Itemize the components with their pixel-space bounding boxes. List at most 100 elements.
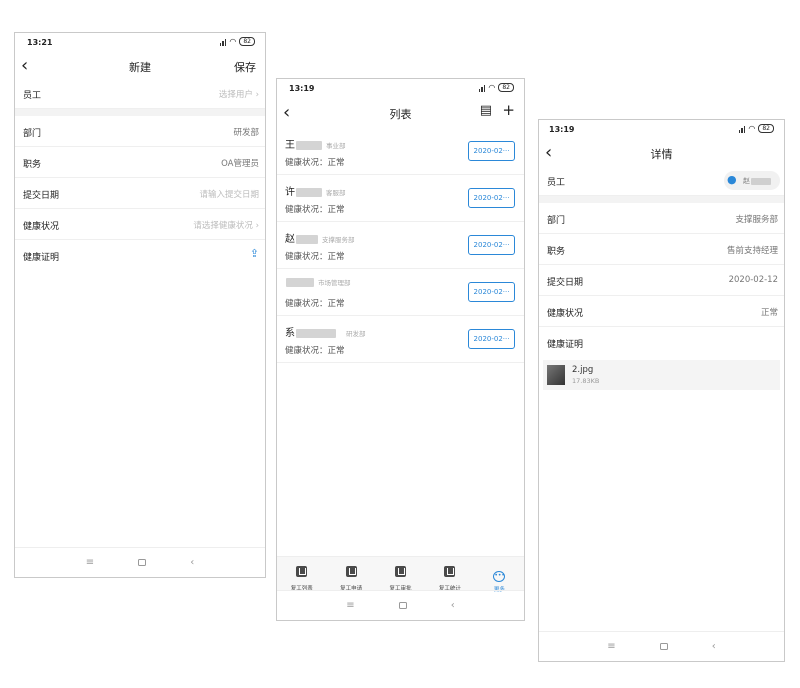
department-field: 部门 研发部: [15, 116, 265, 147]
back-icon[interactable]: ‹: [712, 641, 716, 652]
detail-screen: 13:19 ◠ 82 ‹ 详情 员工 ● 赵 部门 支撑服务部 职务 售前支持经…: [538, 119, 785, 662]
date-button[interactable]: 2020-02···: [468, 329, 515, 349]
health-status-field[interactable]: 健康状况 请选择健康状况 ›: [15, 209, 265, 240]
signal-icon: [478, 84, 486, 92]
date-button[interactable]: 2020-02···: [468, 188, 515, 208]
redacted-block: [296, 187, 322, 197]
more-icon: •••: [493, 571, 506, 582]
list-screen: 13:19 ◠ 82 ‹ 列表 ▤ + 王 事业部 健康状况：正常 2020-02…: [276, 78, 525, 621]
field-label: 健康状况: [547, 309, 584, 319]
select-user-text: 选择用户: [218, 90, 253, 100]
health-text: 健康状况：正常: [285, 299, 345, 309]
nav-bar: ‹ 详情: [539, 140, 784, 166]
attach-icon[interactable]: ⇪: [250, 247, 259, 260]
field-label: 员工: [23, 91, 42, 101]
position-field: 职务 OA管理员: [15, 147, 265, 178]
tab-icon: [444, 566, 456, 577]
department-text: 研发部: [346, 330, 366, 338]
plus-icon[interactable]: +: [502, 101, 515, 119]
status-icons: ◠ 82: [738, 124, 774, 133]
image-thumbnail: [547, 365, 565, 385]
wifi-icon: ◠: [488, 82, 496, 92]
battery-icon: 82: [758, 124, 774, 133]
name-text: 系: [285, 328, 295, 339]
page-title: 新建: [129, 61, 151, 74]
field-label: 健康证明: [547, 340, 584, 350]
tab-icon: [395, 566, 407, 577]
field-label: 部门: [547, 216, 566, 226]
new-record-screen: 13:21 ◠ 82 ‹ 新建 保存 员工 选择用户 › 部门 研发部 职务 O…: [14, 32, 266, 578]
field-value: OA管理员: [221, 159, 259, 169]
signal-icon: [738, 125, 746, 133]
employee-name: 许 客服部: [285, 183, 346, 198]
battery-icon: 82: [239, 37, 255, 46]
health-text: 健康状况：正常: [285, 205, 345, 215]
list-item[interactable]: 系 研发部 健康状况：正常 2020-02···: [277, 316, 524, 363]
submit-date-field[interactable]: 提交日期 请输入提交日期: [15, 178, 265, 209]
home-icon[interactable]: [138, 559, 147, 566]
status-time: 13:19: [549, 125, 575, 134]
list-item[interactable]: 赵 支撑服务部 健康状况：正常 2020-02···: [277, 222, 524, 269]
tab-return-approve[interactable]: 复工审批: [376, 557, 425, 592]
user-name: 赵: [743, 176, 771, 186]
department-row: 部门 支撑服务部: [539, 203, 784, 234]
field-label: 提交日期: [547, 278, 584, 288]
redacted-block: [286, 277, 314, 287]
nav-bar: ‹ 列表 ▤ +: [277, 100, 524, 126]
back-icon[interactable]: ‹: [451, 600, 455, 611]
battery-icon: 82: [498, 83, 514, 92]
date-button[interactable]: 2020-02···: [468, 282, 515, 302]
menu-icon[interactable]: ≡: [346, 600, 354, 611]
field-label: 健康状况: [23, 222, 60, 232]
list-item[interactable]: 市场管理部 健康状况：正常 2020-02···: [277, 269, 524, 316]
system-nav-bar: ≡ ‹: [539, 631, 784, 661]
menu-icon[interactable]: ≡: [607, 641, 615, 652]
health-text: 健康状况：正常: [285, 346, 345, 356]
tab-bar: 复工列表 复工申请 复工审批 复工统计 ••• 更多: [277, 556, 524, 593]
field-value: 2020-02-12: [728, 275, 778, 285]
list-item[interactable]: 王 事业部 健康状况：正常 2020-02···: [277, 128, 524, 175]
tab-more[interactable]: ••• 更多: [475, 557, 524, 593]
redacted-block: [296, 140, 322, 150]
redacted-block: [296, 328, 336, 338]
status-icons: ◠ 82: [219, 37, 255, 46]
department-text: 客服部: [326, 189, 346, 197]
status-icons: ◠ 82: [478, 82, 514, 92]
department-text: 市场管理部: [318, 279, 351, 287]
menu-icon[interactable]: ≡: [86, 557, 94, 568]
status-time: 13:21: [27, 38, 53, 47]
chevron-right-icon: ›: [255, 90, 259, 100]
field-label: 职务: [23, 160, 42, 170]
back-icon[interactable]: ‹: [190, 557, 194, 568]
position-row: 职务 售前支持经理: [539, 234, 784, 265]
field-value: 支撑服务部: [735, 215, 778, 225]
home-icon[interactable]: [659, 643, 668, 650]
date-button[interactable]: 2020-02···: [468, 235, 515, 255]
user-icon: ●: [727, 173, 737, 186]
save-button[interactable]: 保存: [234, 59, 256, 75]
health-status-row: 健康状况 正常: [539, 296, 784, 327]
employee-field[interactable]: 员工 选择用户 ›: [15, 78, 265, 109]
home-icon[interactable]: [398, 602, 407, 609]
attachment-file[interactable]: 2.jpg 17.83KB: [543, 360, 780, 390]
tab-return-stats[interactable]: 复工统计: [425, 557, 474, 592]
field-value: 研发部: [233, 128, 259, 138]
tab-return-apply[interactable]: 复工申请: [326, 557, 375, 592]
field-placeholder: 请选择健康状况 ›: [193, 219, 259, 231]
tab-icon: [296, 566, 308, 577]
field-label: 职务: [547, 247, 566, 257]
field-placeholder: 选择用户 ›: [219, 88, 259, 100]
list-icon[interactable]: ▤: [480, 103, 492, 118]
select-health-text: 请选择健康状况: [193, 221, 253, 231]
redacted-block: [296, 234, 318, 244]
tab-return-list[interactable]: 复工列表: [277, 557, 326, 592]
date-button[interactable]: 2020-02···: [468, 141, 515, 161]
nav-bar: ‹ 新建 保存: [15, 53, 265, 79]
name-text: 许: [285, 187, 295, 198]
field-label: 部门: [23, 129, 42, 139]
section-divider: [15, 109, 265, 116]
department-text: 支撑服务部: [322, 236, 355, 244]
field-value: 售前支持经理: [726, 246, 778, 256]
list-item[interactable]: 许 客服部 健康状况：正常 2020-02···: [277, 175, 524, 222]
user-chip[interactable]: ● 赵: [724, 171, 780, 190]
